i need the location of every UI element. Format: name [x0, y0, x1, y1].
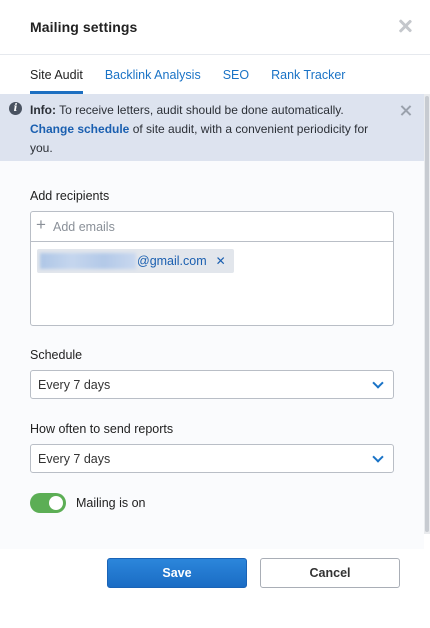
info-prefix: Info: [30, 103, 56, 117]
dialog-footer: Save Cancel [0, 549, 430, 628]
cancel-button[interactable]: Cancel [260, 558, 400, 588]
scrollbar-thumb[interactable] [425, 96, 429, 532]
schedule-select[interactable]: Every 7 days [30, 370, 394, 399]
info-message: Info: To receive letters, audit should b… [30, 101, 380, 158]
info-text-1: To receive letters, audit should be done… [56, 103, 344, 117]
dialog-title: Mailing settings [30, 19, 138, 35]
schedule-label: Schedule [30, 348, 83, 362]
recipients-label: Add recipients [30, 189, 110, 203]
mailing-toggle[interactable] [30, 493, 66, 513]
mailing-toggle-label: Mailing is on [76, 496, 146, 510]
chevron-down-icon [372, 451, 384, 463]
chevron-down-icon [372, 377, 384, 389]
reports-frequency-value: Every 7 days [38, 452, 111, 466]
tab-rank-tracker[interactable]: Rank Tracker [271, 55, 345, 94]
dialog-header: Mailing settings [0, 0, 430, 55]
toggle-knob [49, 496, 63, 510]
tab-seo[interactable]: SEO [223, 55, 249, 94]
dialog-content: i Info: To receive letters, audit should… [0, 94, 424, 549]
email-chip: @gmail.com ✕ [37, 249, 234, 273]
tab-backlink-analysis[interactable]: Backlink Analysis [105, 55, 201, 94]
scrollbar[interactable] [424, 94, 430, 534]
plus-icon: + [36, 215, 46, 234]
remove-email-icon[interactable]: ✕ [216, 254, 226, 268]
info-banner: i Info: To receive letters, audit should… [0, 94, 424, 161]
add-emails-row: + [31, 212, 393, 242]
reports-frequency-select[interactable]: Every 7 days [30, 444, 394, 473]
info-close-icon[interactable] [400, 104, 412, 116]
recipients-box: + @gmail.com ✕ [30, 211, 394, 326]
change-schedule-link[interactable]: Change schedule [30, 122, 129, 136]
save-button[interactable]: Save [107, 558, 247, 588]
mailing-settings-dialog: Mailing settings Site Audit Backlink Ana… [0, 0, 430, 628]
redacted-email-user [40, 253, 136, 269]
close-icon[interactable] [396, 17, 414, 35]
schedule-value: Every 7 days [38, 378, 111, 392]
info-icon: i [9, 102, 22, 115]
tab-site-audit[interactable]: Site Audit [30, 55, 83, 94]
tab-bar: Site Audit Backlink Analysis SEO Rank Tr… [30, 55, 367, 94]
reports-label: How often to send reports [30, 422, 174, 436]
email-chip-domain: @gmail.com [137, 254, 207, 268]
add-emails-input[interactable] [53, 217, 383, 237]
